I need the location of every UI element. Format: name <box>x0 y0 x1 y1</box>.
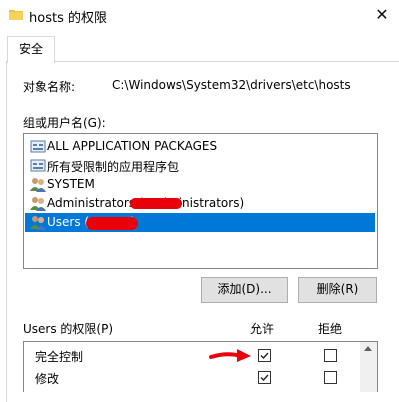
allow-checkbox[interactable] <box>258 349 271 362</box>
allow-checkbox[interactable] <box>258 371 271 384</box>
list-item-label: ALL APPLICATION PACKAGES <box>47 139 218 153</box>
tab-security-label: 安全 <box>18 42 43 56</box>
app-packages-icon <box>30 140 46 153</box>
list-item[interactable]: SYSTEM <box>25 175 375 194</box>
list-item[interactable]: 所有受限制的应用程序包 <box>25 156 375 175</box>
list-item-selected[interactable]: Users ( \Users) <box>25 213 375 232</box>
permissions-scrollbar[interactable] <box>360 342 377 392</box>
object-name-value: C:\Windows\System32\drivers\etc\hosts <box>112 78 351 92</box>
deny-header: 拒绝 <box>318 322 343 336</box>
object-name-label: 对象名称: <box>23 80 76 94</box>
permission-row: 完全控制 <box>24 344 360 366</box>
list-item[interactable]: ALL APPLICATION PACKAGES <box>25 137 375 156</box>
groups-listbox[interactable]: ALL APPLICATION PACKAGES 所有受限制的应用程序包 SYS… <box>23 133 378 269</box>
users-group-icon <box>30 197 46 211</box>
list-item-label: SYSTEM <box>47 177 95 191</box>
app-packages-icon <box>30 159 46 172</box>
scroll-up-arrow-icon[interactable] <box>364 346 372 351</box>
list-item[interactable]: Administrators ( \Administrators) <box>25 194 375 213</box>
permissions-list: 完全控制 修改 <box>23 341 378 392</box>
title-bar: hosts 的权限 ✕ <box>0 0 399 32</box>
groups-label: 组或用户名(G): <box>23 116 106 130</box>
window-title: hosts 的权限 <box>29 11 107 26</box>
annotation-arrow-icon <box>209 349 251 362</box>
close-button[interactable]: ✕ <box>365 0 399 30</box>
redaction-mark <box>86 217 138 230</box>
permission-row: 修改 <box>24 366 360 388</box>
redaction-mark <box>130 198 182 209</box>
add-button[interactable]: 添加(D)... <box>201 277 288 303</box>
allow-header: 允许 <box>250 322 275 336</box>
check-icon <box>260 352 269 360</box>
users-group-icon <box>30 216 46 230</box>
deny-checkbox[interactable] <box>324 349 337 362</box>
check-icon <box>260 374 269 382</box>
remove-button[interactable]: 删除(R) <box>298 277 377 303</box>
folder-icon <box>9 10 23 20</box>
permissions-title: Users 的权限(P) <box>23 322 114 336</box>
permission-name: 完全控制 <box>35 350 84 364</box>
users-group-icon <box>30 178 46 192</box>
list-item-label: 所有受限制的应用程序包 <box>47 160 180 174</box>
tab-security[interactable]: 安全 <box>7 36 55 63</box>
deny-checkbox[interactable] <box>324 371 337 384</box>
permission-name: 修改 <box>35 372 60 386</box>
